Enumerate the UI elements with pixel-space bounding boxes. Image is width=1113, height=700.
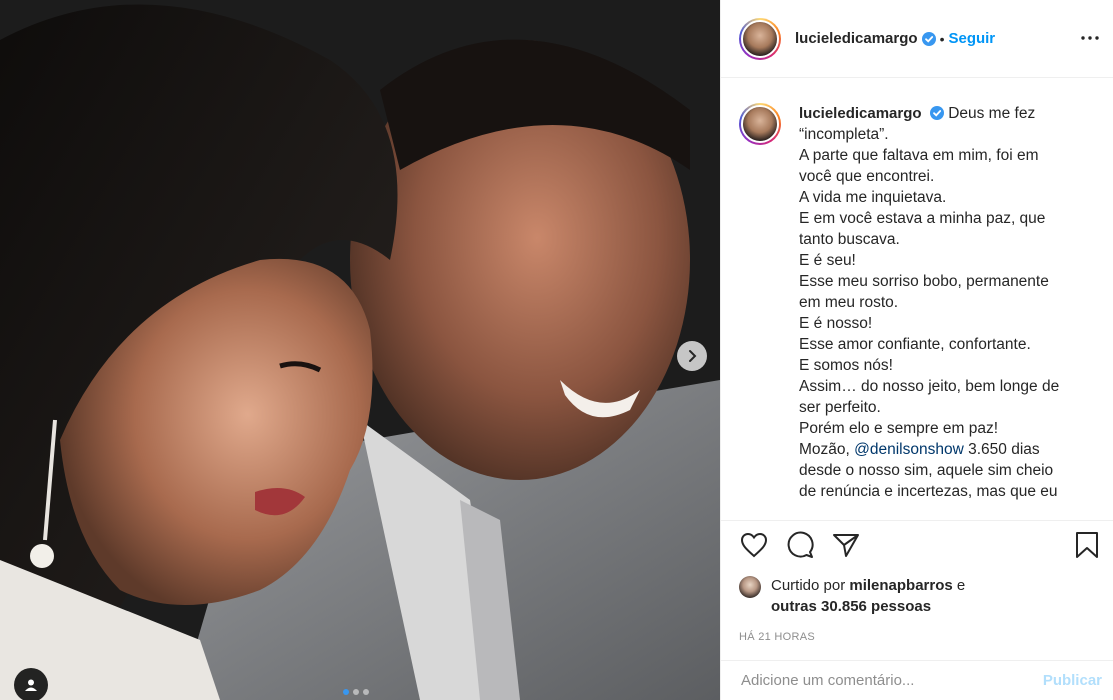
mention-link[interactable]: @denilsonshow (854, 441, 964, 458)
verified-badge-icon (921, 31, 936, 46)
caption-line: Esse meu sorriso bobo, permanente (799, 273, 1049, 290)
instagram-post: lucieledicamargo • Seguir lucieledicamar… (0, 0, 1113, 700)
caption-line: E é seu! (799, 252, 856, 269)
carousel-dot (343, 689, 349, 695)
caption-mention-prefix: Mozão, (799, 441, 855, 458)
caption-area: lucieledicamargo Deus me fez “incompleta… (721, 79, 1113, 519)
tag-person-icon (25, 679, 37, 691)
separator-bullet: • (939, 30, 945, 47)
likes-connector: e (952, 577, 966, 594)
caption-line: em meu rosto. (799, 294, 899, 311)
caption-line: desde o nosso sim, aquele sim cheio (799, 462, 1054, 479)
post-side-panel: lucieledicamargo • Seguir lucieledicamar… (720, 0, 1113, 700)
caption-mention-suffix: 3.650 dias (963, 441, 1040, 458)
carousel-dot (353, 689, 359, 695)
post-header: lucieledicamargo • Seguir (721, 0, 1113, 78)
publish-button[interactable]: Publicar (1043, 672, 1102, 689)
post-photo (0, 0, 720, 700)
carousel-dots (343, 689, 369, 695)
action-row (739, 521, 1102, 569)
comment-icon (787, 531, 814, 558)
caption-line: tanto buscava. (799, 231, 900, 248)
verified-badge-icon (929, 106, 944, 120)
share-icon (833, 534, 859, 557)
next-slide-button[interactable] (677, 341, 707, 371)
liker-username[interactable]: milenapbarros (849, 577, 952, 594)
carousel-dot (363, 689, 369, 695)
caption-line: Assim… do nosso jeito, bem longe de (799, 378, 1060, 395)
more-icon (1081, 36, 1099, 40)
likes-text: Curtido por milenapbarros e outras 30.85… (771, 575, 965, 617)
more-options-button[interactable] (1078, 26, 1102, 50)
caption-line: “incompleta”. (799, 126, 889, 143)
likes-summary: Curtido por milenapbarros e outras 30.85… (739, 575, 1102, 617)
caption-line: E é nosso! (799, 315, 873, 332)
caption-text: lucieledicamargo Deus me fez “incompleta… (799, 103, 1102, 519)
caption-username[interactable]: lucieledicamargo (799, 105, 922, 122)
liker-avatar[interactable] (739, 576, 761, 598)
share-button[interactable] (831, 530, 861, 560)
caption-line: E somos nós! (799, 357, 893, 374)
caption-avatar[interactable] (739, 103, 781, 519)
bookmark-icon (1076, 532, 1098, 558)
caption-line: você que encontrei. (799, 168, 935, 185)
comment-bar: Publicar (721, 660, 1113, 700)
caption-line: Esse amor confiante, confortante. (799, 336, 1031, 353)
post-timestamp[interactable]: HÁ 21 HORAS (739, 631, 1102, 643)
follow-button[interactable]: Seguir (948, 30, 995, 47)
caption-line: de renúncia e incertezas, mas que eu (799, 483, 1058, 500)
header-username[interactable]: lucieledicamargo (795, 30, 918, 47)
caption-line: A parte que faltava em mim, foi em (799, 147, 1039, 164)
avatar[interactable] (739, 17, 781, 60)
chevron-right-icon (689, 350, 697, 362)
caption-line: ser perfeito. (799, 399, 881, 416)
likes-count-link[interactable]: outras 30.856 pessoas (771, 598, 931, 615)
comment-button[interactable] (785, 530, 815, 560)
post-actions: Curtido por milenapbarros e outras 30.85… (721, 520, 1113, 655)
caption-line: E em você estava a minha paz, que (799, 210, 1046, 227)
tagged-people-button[interactable] (14, 668, 48, 700)
heart-icon (740, 532, 768, 558)
likes-prefix: Curtido por (771, 577, 850, 594)
comment-input[interactable] (741, 672, 1043, 689)
post-media[interactable] (0, 0, 720, 700)
like-button[interactable] (739, 530, 769, 560)
save-button[interactable] (1072, 530, 1102, 560)
caption-line: Deus me fez (948, 105, 1036, 122)
caption-line: Porém elo e sempre em paz! (799, 420, 999, 437)
caption-line: A vida me inquietava. (799, 189, 947, 206)
